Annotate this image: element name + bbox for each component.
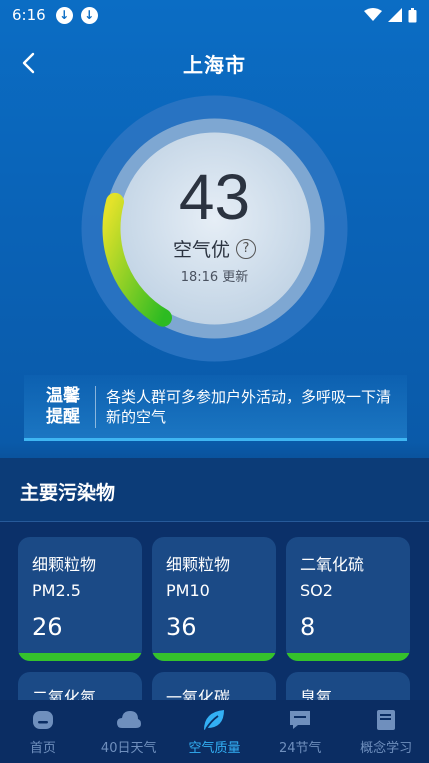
cloud-icon xyxy=(116,711,141,728)
pollutant-level-bar xyxy=(18,653,142,661)
nav-label: 首页 xyxy=(29,741,56,756)
nav-item-learning[interactable]: 概念学习 xyxy=(343,700,429,763)
signal-icon xyxy=(388,8,402,22)
health-tip: 温馨 提醒 各类人群可多参加户外活动，多呼吸一下清新的空气 xyxy=(24,375,407,441)
aqi-gauge: 43 空气优 ? 18:16 更新 xyxy=(81,95,348,362)
aqi-value: 43 xyxy=(178,161,251,233)
pollutant-name: 细颗粒物 xyxy=(166,555,231,574)
status-time: 6:16 xyxy=(12,6,46,24)
update-time: 18:16 更新 xyxy=(180,270,249,285)
nav-label: 空气质量 xyxy=(188,741,241,756)
bottom-nav: 首页 40日天气 空气质量 24节气 概念学习 xyxy=(0,700,429,763)
question-icon[interactable]: ? xyxy=(236,238,256,259)
tip-label-line2: 提醒 xyxy=(46,406,80,427)
pollutant-level-bar xyxy=(152,653,276,661)
chevron-left-icon xyxy=(22,52,35,74)
pollutants-panel: 细颗粒物 PM2.5 26 细颗粒物 PM10 36 二氧化硫 SO2 8 二氧… xyxy=(0,522,429,712)
tip-label-line1: 温馨 xyxy=(46,385,80,406)
pollutant-code: SO2 xyxy=(300,581,333,600)
pollutant-level-bar xyxy=(286,653,410,661)
pollutants-header: 主要污染物 xyxy=(0,458,429,522)
aqi-readout: 43 空气优 ? 18:16 更新 xyxy=(81,95,348,362)
pollutant-card-pm10[interactable]: 细颗粒物 PM10 36 xyxy=(152,537,276,661)
pollutant-value: 8 xyxy=(300,613,316,641)
pollutant-name: 二氧化硫 xyxy=(300,555,365,574)
wifi-icon xyxy=(364,8,382,21)
download-icon: ↓ xyxy=(55,6,73,24)
nav-item-solar-terms[interactable]: 24节气 xyxy=(257,700,343,763)
pollutant-code: PM2.5 xyxy=(32,581,81,600)
back-button[interactable] xyxy=(14,49,42,77)
pollutant-code: PM10 xyxy=(166,581,210,600)
tip-text: 各类人群可多参加户外活动，多呼吸一下清新的空气 xyxy=(106,387,392,426)
status-bar: 6:16 ↓ ↓ xyxy=(0,0,429,30)
nav-label: 40日天气 xyxy=(100,741,157,756)
home-icon xyxy=(32,711,53,729)
nav-item-home[interactable]: 首页 xyxy=(0,700,86,763)
nav-label: 概念学习 xyxy=(360,741,413,756)
nav-item-40day[interactable]: 40日天气 xyxy=(86,700,172,763)
pollutant-card-pm25[interactable]: 细颗粒物 PM2.5 26 xyxy=(18,537,142,661)
title-bar: 上海市 xyxy=(0,42,429,84)
pollutant-name: 细颗粒物 xyxy=(32,555,97,574)
battery-icon xyxy=(408,7,417,22)
leaf-icon xyxy=(204,710,225,730)
status-indicators xyxy=(364,7,417,23)
nav-item-air-quality[interactable]: 空气质量 xyxy=(172,700,258,763)
pollutant-value: 26 xyxy=(32,613,63,641)
chat-icon xyxy=(290,711,311,729)
pollutant-card-so2[interactable]: 二氧化硫 SO2 8 xyxy=(286,537,410,661)
nav-label: 24节气 xyxy=(279,741,322,756)
download-icon: ↓ xyxy=(80,6,98,24)
aqi-level: 空气优 xyxy=(172,239,230,261)
book-icon xyxy=(377,710,396,730)
pollutant-value: 36 xyxy=(166,613,197,641)
page-title: 上海市 xyxy=(183,52,246,77)
tip-label: 温馨 提醒 xyxy=(24,385,96,428)
section-title: 主要污染物 xyxy=(20,482,116,504)
aqi-level-row: 空气优 ? xyxy=(173,235,256,262)
